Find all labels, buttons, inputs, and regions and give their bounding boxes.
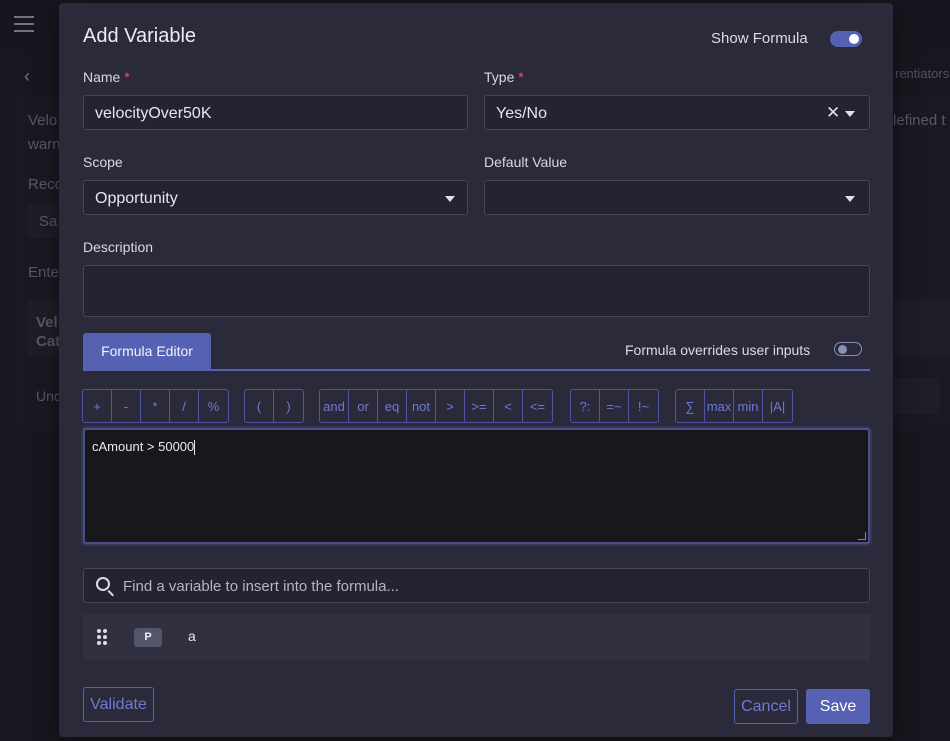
variable-type-badge: P xyxy=(134,628,162,647)
validate-button[interactable]: Validate xyxy=(83,687,154,722)
tab-formula-editor[interactable]: Formula Editor xyxy=(83,333,211,370)
search-icon xyxy=(96,577,110,591)
operator-button[interactable]: > xyxy=(436,390,465,422)
type-label: Type * xyxy=(484,69,524,85)
tab-underline xyxy=(83,369,870,371)
logic-operators: and or eq not > >= < <= xyxy=(319,389,553,423)
operator-button[interactable]: / xyxy=(170,390,199,422)
operator-button[interactable]: * xyxy=(141,390,170,422)
chevron-down-icon[interactable] xyxy=(445,196,455,202)
operator-button[interactable]: =~ xyxy=(600,390,629,422)
operator-button[interactable]: max xyxy=(705,390,734,422)
variable-list-item[interactable]: P a xyxy=(83,614,870,660)
operator-button[interactable]: and xyxy=(320,390,349,422)
operator-button[interactable]: or xyxy=(349,390,378,422)
name-input[interactable]: velocityOver50K xyxy=(83,95,468,130)
formula-text: cAmount > 50000 xyxy=(92,439,195,454)
operator-button[interactable]: <= xyxy=(523,390,552,422)
cancel-button[interactable]: Cancel xyxy=(734,689,798,724)
default-value-label: Default Value xyxy=(484,154,568,170)
show-formula-label: Show Formula xyxy=(711,30,808,47)
operator-button[interactable]: < xyxy=(494,390,523,422)
operator-button[interactable]: !~ xyxy=(629,390,658,422)
type-select-value: Yes/No xyxy=(496,105,547,122)
description-label: Description xyxy=(83,239,154,255)
operator-button[interactable]: eq xyxy=(378,390,407,422)
description-textarea[interactable] xyxy=(83,265,870,317)
show-formula-toggle[interactable] xyxy=(830,31,862,47)
arithmetic-operators: + - * / % xyxy=(82,389,229,423)
operator-button[interactable]: ∑ xyxy=(676,390,705,422)
operator-button[interactable]: ( xyxy=(245,390,274,422)
operator-button[interactable]: + xyxy=(83,390,112,422)
save-button[interactable]: Save xyxy=(806,689,870,724)
operator-button[interactable]: ) xyxy=(274,390,303,422)
variable-name: a xyxy=(188,628,196,644)
paren-operators: ( ) xyxy=(244,389,304,423)
default-value-select[interactable] xyxy=(484,180,870,215)
operator-button[interactable]: |A| xyxy=(763,390,792,422)
regex-operators: ?: =~ !~ xyxy=(570,389,659,423)
operator-button[interactable]: not xyxy=(407,390,436,422)
text-cursor xyxy=(194,440,196,456)
search-placeholder: Find a variable to insert into the formu… xyxy=(123,578,399,595)
dialog-title: Add Variable xyxy=(83,25,197,47)
operator-button[interactable]: - xyxy=(112,390,141,422)
scope-select-value: Opportunity xyxy=(95,190,178,207)
type-select[interactable]: Yes/No ✕ xyxy=(484,95,870,130)
resize-handle[interactable] xyxy=(858,532,866,540)
chevron-down-icon[interactable] xyxy=(845,111,855,117)
function-operators: ∑ max min |A| xyxy=(675,389,793,423)
variable-search-input[interactable]: Find a variable to insert into the formu… xyxy=(83,568,870,603)
clear-icon[interactable]: ✕ xyxy=(826,103,840,123)
scope-select[interactable]: Opportunity xyxy=(83,180,468,215)
add-variable-dialog: Add Variable Show Formula Name * velocit… xyxy=(59,3,893,737)
override-label: Formula overrides user inputs xyxy=(625,342,811,358)
operator-button[interactable]: min xyxy=(734,390,763,422)
drag-handle-icon[interactable] xyxy=(97,629,109,645)
scope-label: Scope xyxy=(83,154,123,170)
name-label: Name * xyxy=(83,69,130,85)
formula-textarea[interactable]: cAmount > 50000 xyxy=(83,428,870,544)
formula-override-toggle[interactable] xyxy=(834,342,862,356)
operator-button[interactable]: ?: xyxy=(571,390,600,422)
operator-button[interactable]: % xyxy=(199,390,228,422)
operator-button[interactable]: >= xyxy=(465,390,494,422)
chevron-down-icon[interactable] xyxy=(845,196,855,202)
